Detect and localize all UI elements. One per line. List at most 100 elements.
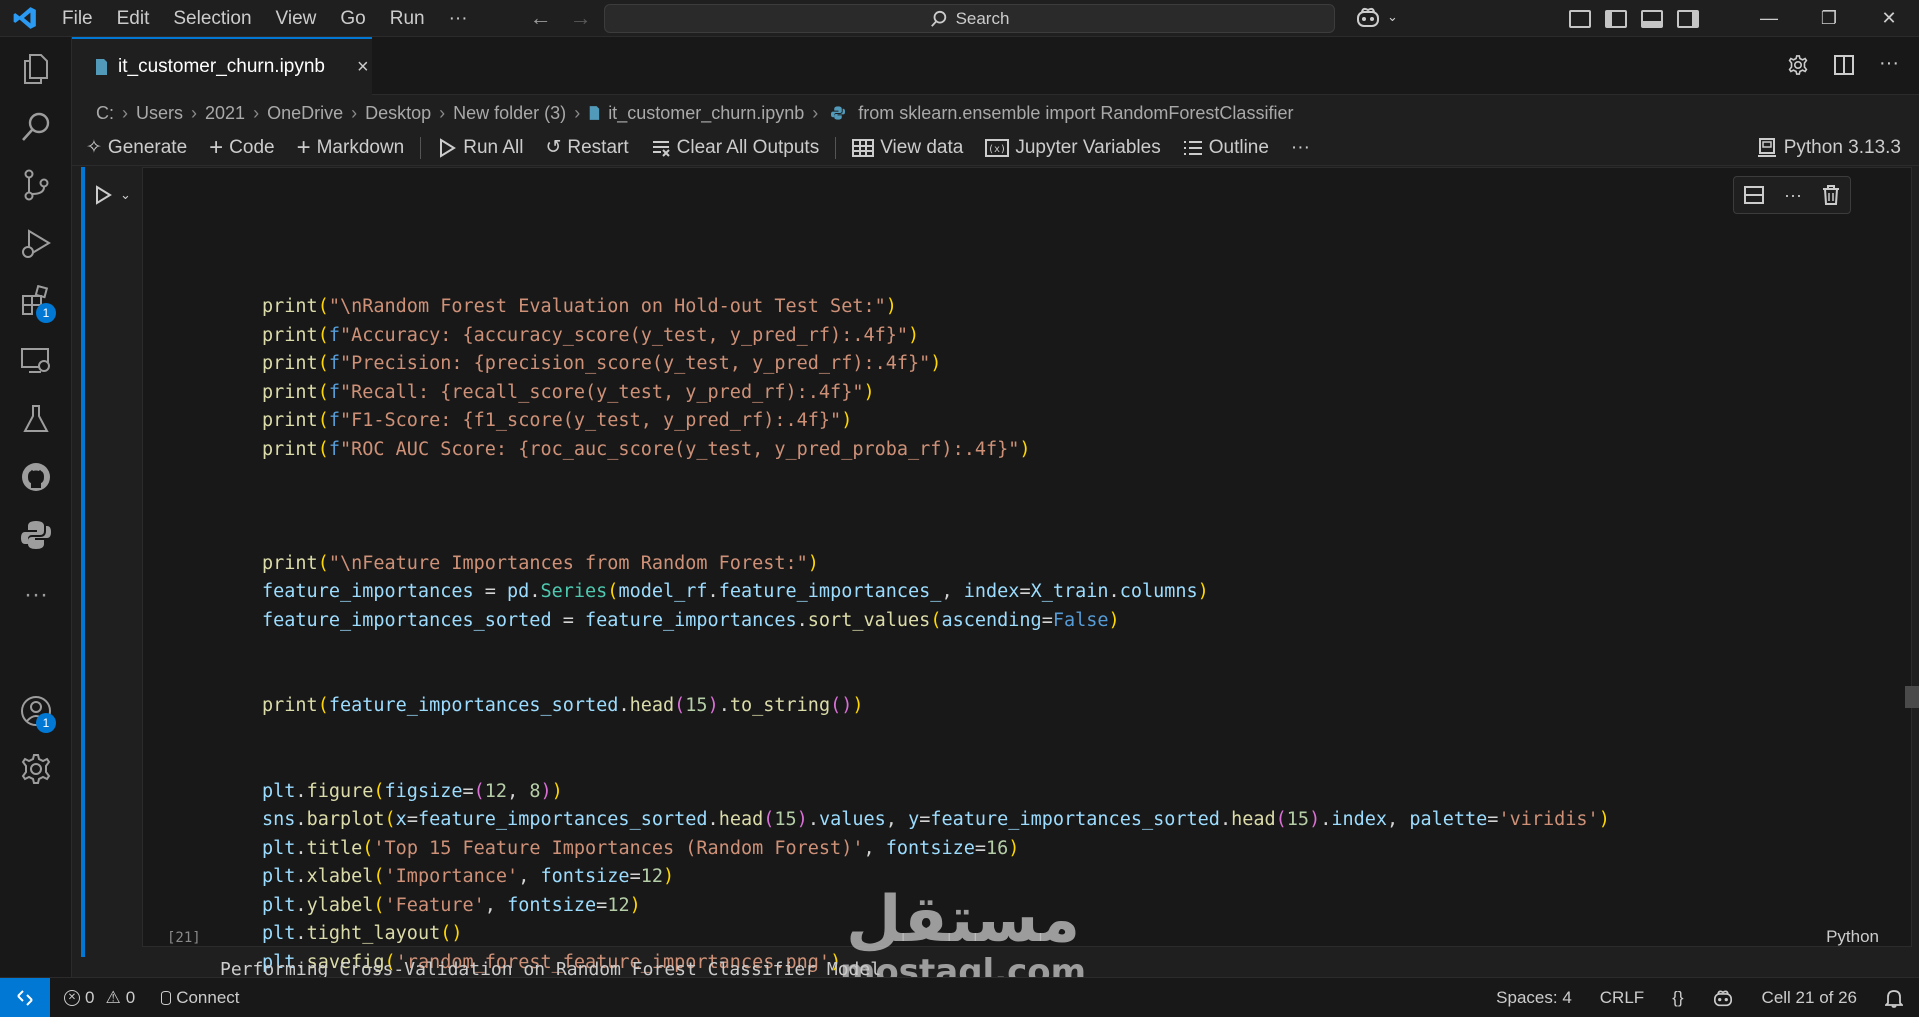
code-line[interactable]: print("\nRandom Forest Evaluation on Hol…: [262, 293, 1610, 322]
explorer-icon[interactable]: [18, 51, 54, 87]
toggle-panel-icon[interactable]: [1641, 9, 1663, 28]
toggle-primary-sidebar-icon[interactable]: [1605, 9, 1627, 28]
chevron-down-icon[interactable]: ⌄: [120, 187, 131, 203]
delete-cell-icon[interactable]: [1822, 185, 1840, 205]
run-cell-button[interactable]: ⌄: [94, 185, 131, 205]
cell-more-icon[interactable]: ···: [1784, 186, 1802, 204]
breadcrumb-item[interactable]: Users: [136, 103, 183, 124]
jupyter-variables-button[interactable]: (x) Jupyter Variables: [985, 136, 1161, 159]
code-line[interactable]: plt.title('Top 15 Feature Importances (R…: [262, 835, 1610, 864]
code-line[interactable]: plt.figure(figsize=(12, 8)): [262, 778, 1610, 807]
code-line[interactable]: [262, 521, 1610, 550]
split-editor-icon[interactable]: [1833, 54, 1855, 76]
more-actions-icon[interactable]: ···: [1879, 53, 1899, 76]
customize-layout-icon[interactable]: [1569, 9, 1591, 28]
back-arrow-icon[interactable]: ←: [530, 5, 552, 31]
menu-run[interactable]: Run: [378, 0, 437, 37]
watermark-arabic: مستقل: [846, 883, 1081, 957]
jupyter-variables-label: Jupyter Variables: [1015, 136, 1161, 158]
outline-button[interactable]: Outline: [1183, 137, 1269, 159]
command-center-search[interactable]: Search: [604, 4, 1335, 33]
add-markdown-cell-button[interactable]: + Markdown: [297, 134, 405, 162]
indentation-indicator[interactable]: Spaces: 4: [1496, 988, 1572, 1008]
code-line[interactable]: print(f"F1-Score: {f1_score(y_test, y_pr…: [262, 407, 1610, 436]
split-cell-icon[interactable]: [1744, 185, 1764, 205]
breadcrumb-item[interactable]: from sklearn.ensemble import RandomFores…: [858, 103, 1293, 124]
cell-language-label[interactable]: Python: [1826, 927, 1879, 947]
scrollbar-thumb[interactable]: [1905, 686, 1919, 708]
eol-indicator[interactable]: CRLF: [1600, 988, 1644, 1008]
copilot-menu[interactable]: ⌄: [1355, 6, 1398, 28]
close-tab-icon[interactable]: ×: [357, 56, 369, 79]
chevron-right-icon: ›: [253, 102, 260, 123]
code-line[interactable]: feature_importances = pd.Series(model_rf…: [262, 578, 1610, 607]
more-views-icon[interactable]: ···: [18, 577, 54, 613]
cell-focus-indicator: [81, 167, 85, 957]
next-cell-preview: Performing Cross-Validation on Random Fo…: [220, 959, 882, 977]
menu-more[interactable]: ···: [437, 0, 480, 37]
code-line[interactable]: [262, 721, 1610, 750]
remote-indicator-icon[interactable]: [0, 977, 50, 1017]
plus-icon: +: [209, 133, 224, 161]
cell-position-indicator[interactable]: Cell 21 of 26: [1762, 988, 1857, 1008]
testing-icon[interactable]: [18, 401, 54, 437]
code-line[interactable]: [262, 635, 1610, 664]
code-line[interactable]: print(f"ROC AUC Score: {roc_auc_score(y_…: [262, 436, 1610, 465]
restart-button[interactable]: ↺ Restart: [545, 136, 628, 159]
connect-button[interactable]: Connect: [161, 988, 240, 1008]
forward-arrow-icon[interactable]: →: [570, 5, 592, 31]
source-control-icon[interactable]: [18, 167, 54, 203]
language-braces-indicator[interactable]: {}: [1672, 988, 1683, 1008]
restore-icon[interactable]: ❐: [1799, 0, 1859, 37]
add-code-cell-button[interactable]: + Code: [209, 134, 274, 162]
minimize-icon[interactable]: —: [1739, 0, 1799, 37]
status-bar: ✕ 0 ⚠ 0 Connect Spaces: 4 CRLF {} Cell 2…: [0, 977, 1919, 1017]
breadcrumb-item[interactable]: OneDrive: [267, 103, 343, 124]
close-window-icon[interactable]: ✕: [1859, 0, 1919, 37]
menu-view[interactable]: View: [264, 0, 329, 37]
code-line[interactable]: print("\nFeature Importances from Random…: [262, 550, 1610, 579]
code-line[interactable]: [262, 464, 1610, 493]
code-line[interactable]: feature_importances_sorted = feature_imp…: [262, 607, 1610, 636]
code-line[interactable]: print(f"Precision: {precision_score(y_te…: [262, 350, 1610, 379]
tab-notebook[interactable]: it_customer_churn.ipynb ×: [72, 37, 372, 95]
breadcrumb-item[interactable]: 2021: [205, 103, 245, 124]
kernel-picker[interactable]: Python 3.13.3: [1757, 137, 1901, 159]
menu-edit[interactable]: Edit: [105, 0, 162, 37]
remote-explorer-icon[interactable]: [18, 343, 54, 379]
generate-button[interactable]: ✧ Generate: [86, 136, 187, 159]
python-icon[interactable]: [18, 517, 54, 553]
code-editor[interactable]: print("\nRandom Forest Evaluation on Hol…: [262, 167, 1610, 1006]
code-line[interactable]: [262, 664, 1610, 693]
clear-all-outputs-button[interactable]: Clear All Outputs: [651, 137, 819, 159]
breadcrumb-item[interactable]: New folder (3): [453, 103, 566, 124]
outline-label: Outline: [1208, 136, 1269, 158]
settings-gear-icon[interactable]: [18, 751, 54, 787]
code-line[interactable]: print(feature_importances_sorted.head(15…: [262, 692, 1610, 721]
code-label: Code: [229, 136, 275, 158]
github-icon[interactable]: [18, 459, 54, 495]
code-line[interactable]: [262, 493, 1610, 522]
problems-indicator[interactable]: ✕ 0 ⚠ 0: [64, 988, 135, 1008]
copilot-icon: [1357, 7, 1379, 27]
menu-go[interactable]: Go: [328, 0, 377, 37]
editor-tab-bar: it_customer_churn.ipynb × ···: [72, 37, 1919, 95]
menu-file[interactable]: File: [50, 0, 105, 37]
menu-selection[interactable]: Selection: [161, 0, 263, 37]
view-data-button[interactable]: View data: [852, 137, 963, 159]
breadcrumb-item[interactable]: Desktop: [365, 103, 431, 124]
code-line[interactable]: sns.barplot(x=feature_importances_sorted…: [262, 806, 1610, 835]
code-line[interactable]: [262, 749, 1610, 778]
code-line[interactable]: print(f"Recall: {recall_score(y_test, y_…: [262, 379, 1610, 408]
toggle-secondary-sidebar-icon[interactable]: [1677, 9, 1699, 28]
breadcrumb-item[interactable]: C:: [96, 103, 114, 124]
run-all-button[interactable]: Run All: [437, 137, 523, 159]
notifications-bell-icon[interactable]: [1885, 988, 1903, 1008]
breadcrumb-item[interactable]: it_customer_churn.ipynb: [608, 103, 804, 124]
search-sidebar-icon[interactable]: [18, 109, 54, 145]
run-debug-icon[interactable]: [18, 225, 54, 261]
code-line[interactable]: print(f"Accuracy: {accuracy_score(y_test…: [262, 322, 1610, 351]
copilot-status-icon[interactable]: [1712, 989, 1734, 1007]
toolbar-more-button[interactable]: ···: [1291, 137, 1310, 159]
gear-icon[interactable]: [1787, 54, 1809, 76]
